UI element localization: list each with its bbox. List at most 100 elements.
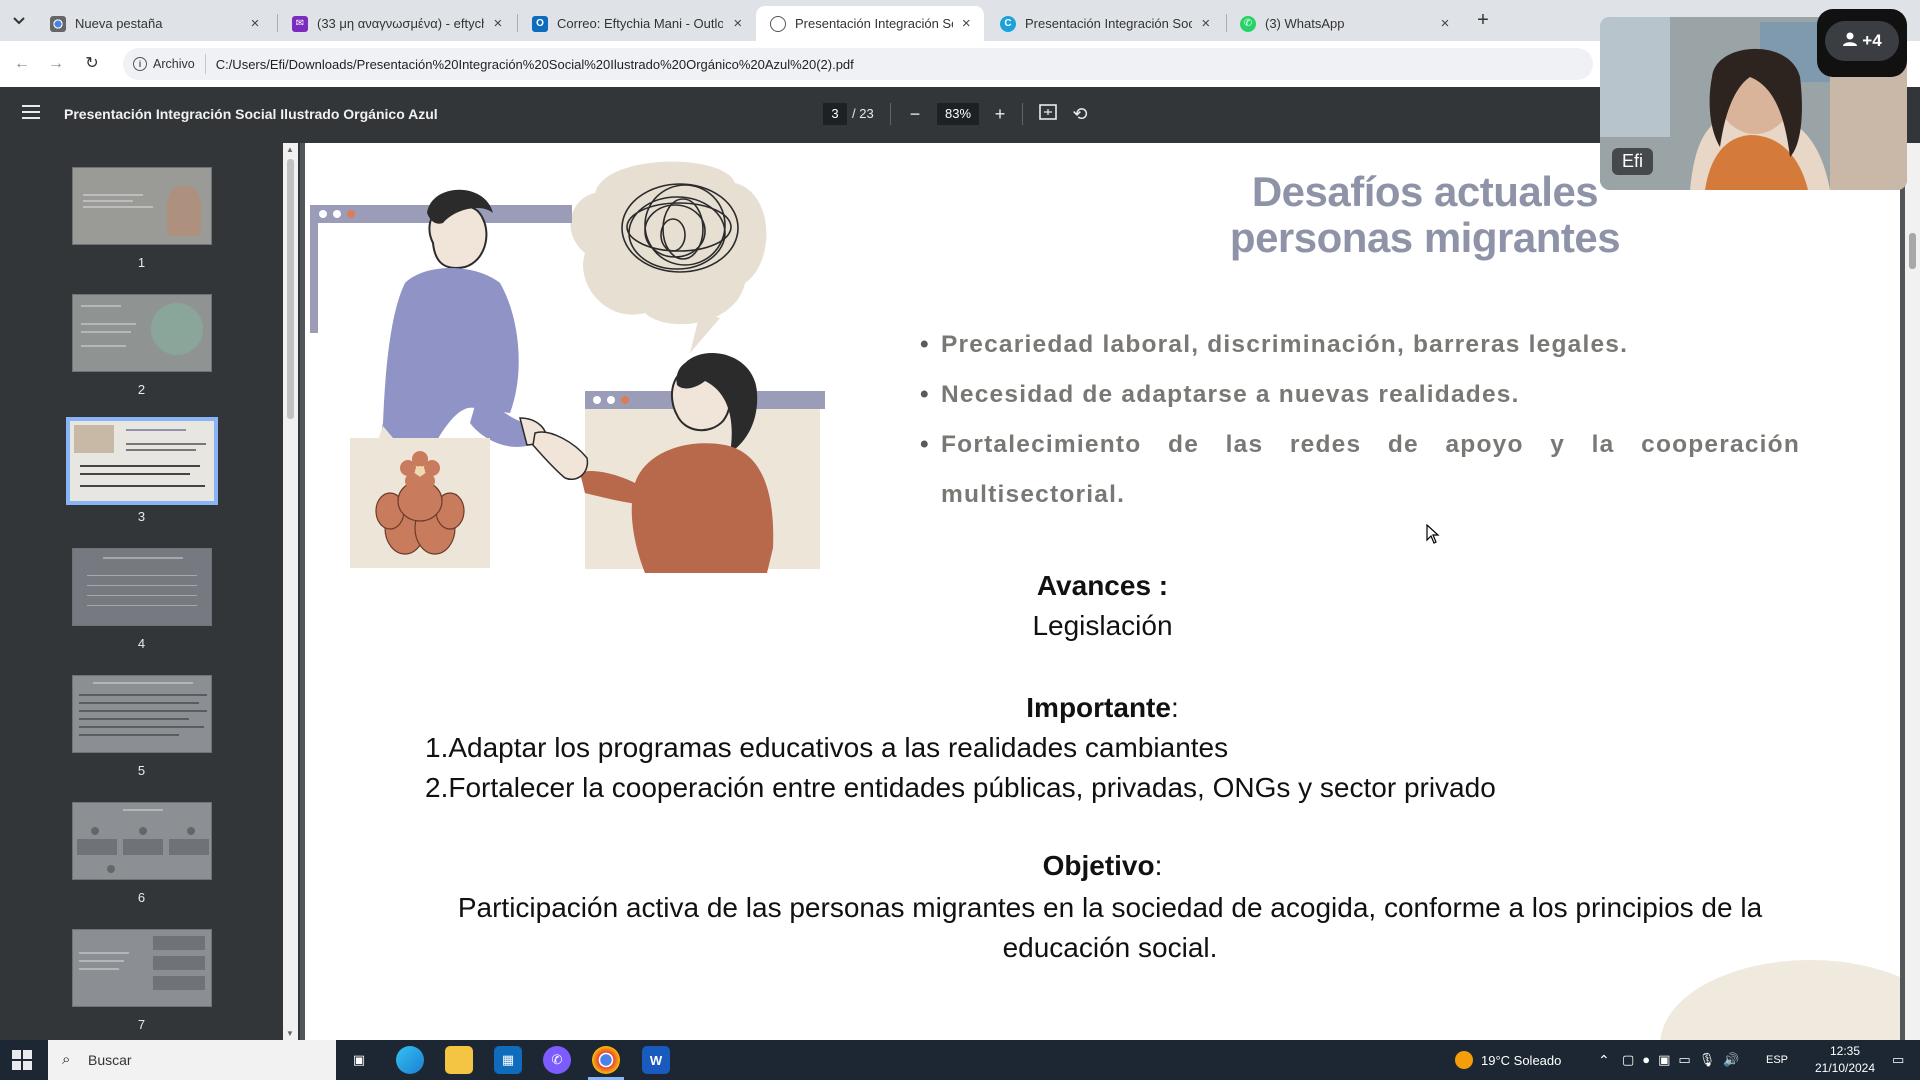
word-icon[interactable]: W xyxy=(642,1046,670,1074)
zoom-in-icon[interactable]: + xyxy=(988,102,1012,126)
document-title: Presentación Integración Social Ilustrad… xyxy=(64,106,438,122)
windows-start-icon[interactable] xyxy=(12,1050,32,1070)
thumbnail-page-5[interactable]: 5 xyxy=(0,651,283,778)
thumbnail-image xyxy=(66,417,218,505)
windows-taskbar: ⌕ Buscar ▣ ▦ ✆ W 19°C Soleado ⌃ ▢●▣▭🎙🔊 E… xyxy=(0,1040,1920,1080)
outlook-icon: O xyxy=(532,15,548,32)
zoom-input[interactable]: 83% xyxy=(937,103,979,125)
thumbnail-page-7[interactable]: 7 xyxy=(0,905,283,1032)
notifications-icon[interactable]: ▭ xyxy=(1892,1040,1904,1080)
url-text[interactable]: C:/Users/Efi/Downloads/Presentación%20In… xyxy=(216,57,854,72)
weather-widget[interactable]: 19°C Soleado xyxy=(1455,1040,1561,1080)
chrome-taskbar-icon[interactable] xyxy=(592,1046,620,1074)
challenge-item: Precariedad laboral, discriminación, bar… xyxy=(920,320,1800,370)
tab-title: (3) WhatsApp xyxy=(1265,16,1345,31)
taskbar-search-box[interactable]: ⌕ Buscar xyxy=(48,1040,336,1080)
objective-heading: Objetivo: xyxy=(1042,850,1163,881)
thumbnail-image xyxy=(72,802,212,880)
close-icon[interactable]: × xyxy=(1436,15,1454,32)
mouse-cursor-icon xyxy=(1426,524,1440,544)
close-icon[interactable]: × xyxy=(1198,15,1214,32)
store-icon[interactable]: ▦ xyxy=(494,1046,522,1074)
tab-search-chevron-icon[interactable] xyxy=(6,10,32,32)
close-icon[interactable]: × xyxy=(246,15,264,32)
close-icon[interactable]: × xyxy=(729,15,746,32)
mail-icon: ✉ xyxy=(292,15,308,32)
reload-icon[interactable]: ↻ xyxy=(80,52,104,76)
important-heading: Importante: xyxy=(1026,692,1179,723)
thumbnail-number: 1 xyxy=(137,255,146,270)
tab-presentation-pdf[interactable]: Presentación Integración Social × xyxy=(756,6,984,41)
important-item: 2.Fortalecer la cooperación entre entida… xyxy=(425,772,1496,803)
tab-title: (33 μη αναγνωσμένα) - eftychi... xyxy=(317,16,484,31)
search-icon: ⌕ xyxy=(62,1051,71,1068)
canva-icon: C xyxy=(1000,15,1016,32)
thumbnail-page-2[interactable]: 2 xyxy=(0,270,283,397)
tray-chevron-icon[interactable]: ⌃ xyxy=(1598,1040,1610,1080)
objective-text: Participación activa de las personas mig… xyxy=(457,892,1763,963)
chrome-icon xyxy=(50,15,66,32)
forward-arrow-icon[interactable]: → xyxy=(44,52,68,76)
close-icon[interactable]: × xyxy=(959,15,975,32)
slide-page-3: Desafíos actuales personas migrantes Pre… xyxy=(305,143,1900,1040)
thumbnail-sidebar: 1 2 3 4 5 6 7 ▲ ▼ xyxy=(0,143,300,1040)
decorative-blob xyxy=(1660,960,1900,1040)
page-number-input[interactable]: 3 xyxy=(823,103,847,125)
others-count: +4 xyxy=(1862,31,1882,50)
site-info-label: Archivo xyxy=(153,57,195,71)
url-omnibox[interactable]: i Archivo C:/Users/Efi/Downloads/Present… xyxy=(123,48,1593,80)
thumbnail-number: 5 xyxy=(137,763,146,778)
participants-badge[interactable]: +4 xyxy=(1817,9,1907,77)
thumbnail-page-1[interactable]: 1 xyxy=(0,143,283,270)
participant-name: Efi xyxy=(1612,148,1654,175)
tab-outlook[interactable]: O Correo: Eftychia Mani - Outlook × xyxy=(518,6,756,41)
back-arrow-icon[interactable]: ← xyxy=(10,52,34,76)
slide-title-line2: personas migrantes xyxy=(1229,214,1621,261)
site-info-chip[interactable]: i Archivo xyxy=(133,54,206,74)
page-total: / 23 xyxy=(852,106,874,121)
thumbnail-image xyxy=(72,167,212,245)
zoom-out-icon[interactable]: − xyxy=(903,102,927,126)
challenges-list: Precariedad laboral, discriminación, bar… xyxy=(920,320,1800,520)
thumbnail-number: 2 xyxy=(137,382,146,397)
task-view-icon[interactable]: ▣ xyxy=(345,1046,373,1074)
viber-icon[interactable]: ✆ xyxy=(543,1046,571,1074)
fit-page-icon[interactable] xyxy=(1036,102,1060,126)
document-scrollbar[interactable] xyxy=(1905,143,1920,1040)
tab-new-tab[interactable]: Nueva pestaña × xyxy=(36,6,274,41)
thumbnail-page-3[interactable]: 3 xyxy=(0,397,283,524)
thumbnail-number: 7 xyxy=(137,1017,146,1032)
tab-title: Nueva pestaña xyxy=(75,16,163,31)
menu-icon[interactable] xyxy=(22,105,40,119)
tab-title: Presentación Integración Social xyxy=(795,16,953,31)
pdf-viewport: Desafíos actuales personas migrantes Pre… xyxy=(300,143,1905,1040)
file-explorer-icon[interactable] xyxy=(445,1046,473,1074)
rotate-icon[interactable]: ⟲ xyxy=(1068,102,1092,126)
tab-whatsapp[interactable]: ✆ (3) WhatsApp × xyxy=(1226,6,1464,41)
thumbnail-number: 3 xyxy=(137,509,146,524)
thumbnail-page-6[interactable]: 6 xyxy=(0,778,283,905)
info-icon: i xyxy=(133,57,147,71)
tab-presentation-canva[interactable]: C Presentación Integración Social × xyxy=(986,6,1224,41)
thumbnail-image xyxy=(72,294,212,372)
close-icon[interactable]: × xyxy=(490,15,506,32)
sidebar-scrollbar[interactable]: ▲ ▼ xyxy=(283,143,298,1040)
advances-heading: Avances : xyxy=(1036,570,1169,601)
clock-time: 12:35 xyxy=(1829,1044,1861,1058)
illustration-handshake xyxy=(310,161,825,573)
thumbnail-image xyxy=(72,548,212,626)
search-placeholder: Buscar xyxy=(88,1052,132,1068)
challenge-item: Fortalecimiento de las redes de apoyo y … xyxy=(920,420,1800,520)
tab-mail[interactable]: ✉ (33 μη αναγνωσμένα) - eftychi... × xyxy=(278,6,516,41)
thumbnail-page-4[interactable]: 4 xyxy=(0,524,283,651)
language-indicator[interactable]: ESP xyxy=(1766,1040,1788,1080)
sun-icon xyxy=(1455,1051,1473,1069)
thumbnail-number: 4 xyxy=(137,636,146,651)
system-tray-icons[interactable]: ▢●▣▭🎙🔊 xyxy=(1622,1040,1747,1080)
edge-icon[interactable] xyxy=(396,1046,424,1074)
tab-title: Correo: Eftychia Mani - Outlook xyxy=(557,16,724,31)
new-tab-button[interactable]: + xyxy=(1470,8,1496,34)
weather-text: 19°C Soleado xyxy=(1481,1052,1562,1068)
taskbar-clock[interactable]: 12:35 21/10/2024 xyxy=(1810,1043,1880,1077)
whatsapp-icon: ✆ xyxy=(1240,15,1256,32)
